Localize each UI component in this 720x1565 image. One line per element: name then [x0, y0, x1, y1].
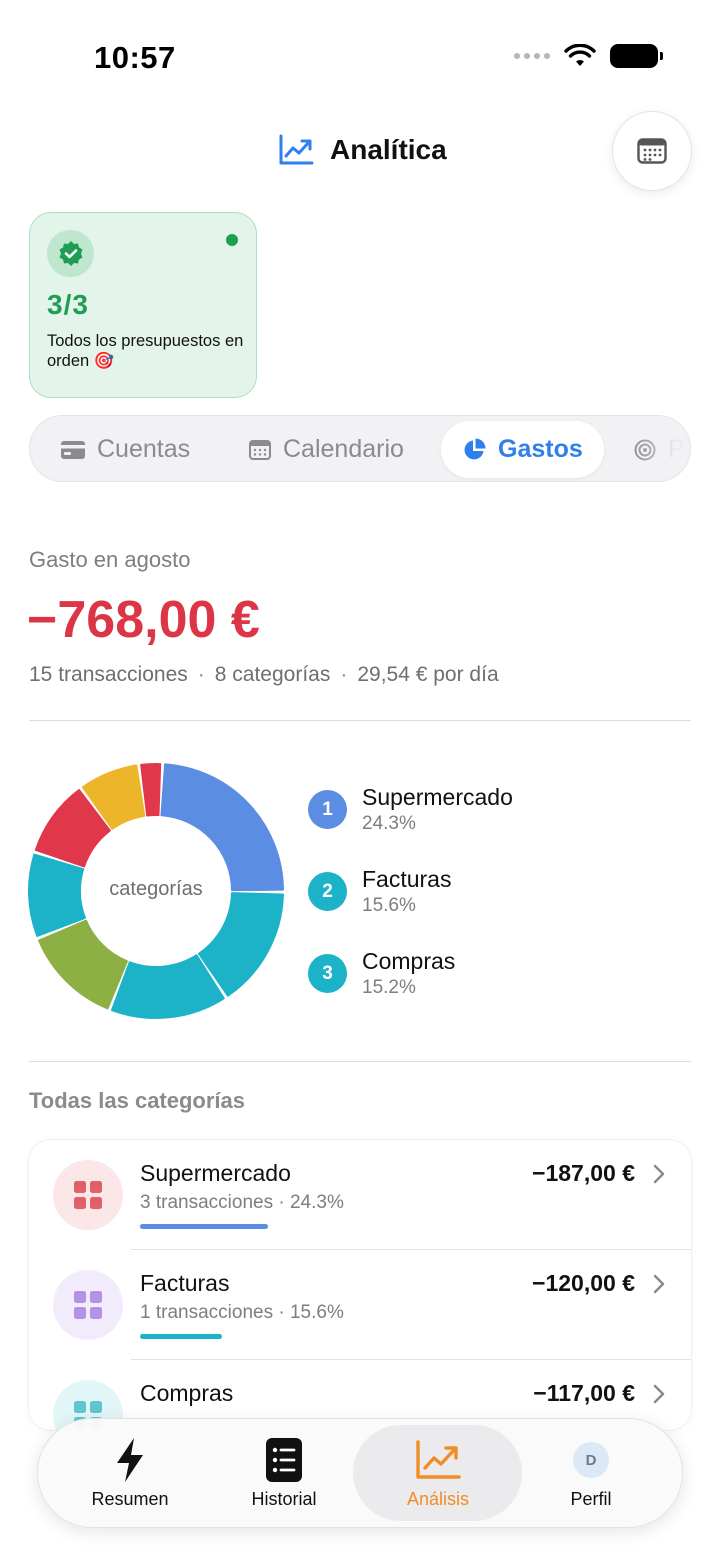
nav-label: Análisis	[406, 1489, 470, 1509]
battery-icon	[610, 44, 663, 68]
header-title-group: Analítica	[278, 134, 447, 166]
tab-label: Cuentas	[97, 435, 191, 463]
category-name: Supermercado	[140, 1160, 291, 1186]
wifi-icon	[564, 44, 596, 66]
budget-count: 3/3	[47, 289, 89, 320]
legend-rank-badge: 2	[308, 872, 347, 911]
verified-check-icon	[59, 240, 82, 266]
nav-icon-wrap	[266, 1435, 302, 1485]
chevron-right-icon	[653, 1274, 665, 1294]
category-amount: −120,00 €	[532, 1270, 635, 1296]
bolt-icon	[117, 1438, 143, 1482]
legend-name: Supermercado	[362, 784, 513, 810]
budget-message: Todos los presupuestos en orden 🎯	[47, 332, 244, 370]
category-icon-circle	[53, 1270, 123, 1340]
spend-meta: 15 transacciones · 8 categorías · 29,54 € po…	[29, 663, 499, 687]
category-icon-circle	[53, 1160, 123, 1230]
trending-up-icon	[416, 1440, 461, 1479]
donut-segment[interactable]	[140, 763, 162, 817]
spend-period-label: Gasto en agosto	[29, 547, 191, 572]
tab-label: Calendario	[283, 435, 404, 463]
separator: ·	[197, 663, 205, 686]
pie-chart-icon	[464, 438, 486, 459]
list-icon	[266, 1438, 302, 1482]
category-amount: −187,00 €	[532, 1160, 635, 1186]
nav-icon-wrap	[114, 1435, 146, 1485]
donut-segment[interactable]	[160, 763, 284, 892]
divider	[29, 720, 691, 721]
calendar-icon	[637, 138, 667, 164]
nav-label: Resumen	[91, 1489, 169, 1509]
header: Analítica	[0, 110, 720, 191]
chevron-right-icon	[653, 1384, 665, 1404]
nav-analisis[interactable]: Análisis	[383, 1419, 493, 1529]
category-row[interactable]: Facturas 1 transacciones · 15.6% −120,00…	[29, 1250, 691, 1360]
categories-list: Supermercado 3 transacciones · 24.3% −18…	[29, 1140, 691, 1430]
divider	[29, 1061, 691, 1062]
nav-icon-wrap: D	[573, 1435, 609, 1485]
category-share-bar	[140, 1224, 268, 1229]
nav-historial[interactable]: Historial	[229, 1419, 339, 1529]
analytics-tabs: Cuentas Calendario Gastos P	[29, 415, 691, 482]
tab-cuentas[interactable]: Cuentas	[61, 421, 190, 478]
trending-up-icon	[279, 134, 314, 165]
tab-calendario[interactable]: Calendario	[249, 421, 404, 478]
nav-resumen[interactable]: Resumen	[75, 1419, 185, 1529]
separator: ·	[340, 663, 348, 686]
signal-icon	[514, 53, 550, 59]
bottom-tab-bar: Resumen Historial Análisis D Perfil	[37, 1418, 683, 1528]
chevron-right-icon	[653, 1164, 665, 1184]
legend-percent: 15.2%	[362, 977, 416, 998]
legend-name: Compras	[362, 948, 456, 974]
legend-name: Facturas	[362, 866, 452, 892]
spend-amount: −768,00 €	[27, 591, 260, 649]
status-time: 10:57	[94, 40, 176, 75]
legend-rank-badge: 1	[308, 790, 347, 829]
legend-percent: 15.6%	[362, 895, 416, 916]
tab-label: Gastos	[498, 435, 583, 463]
donut-center-label: categorías	[109, 878, 203, 900]
nav-icon-wrap	[415, 1435, 461, 1485]
nav-label: Perfil	[570, 1489, 612, 1509]
category-name: Facturas	[140, 1270, 230, 1296]
page-title: Analítica	[330, 134, 447, 165]
category-details: 3 transacciones · 24.3%	[140, 1192, 344, 1213]
tabs-fade	[630, 416, 690, 481]
nav-perfil[interactable]: D Perfil	[536, 1419, 646, 1529]
grid-icon	[74, 1181, 102, 1209]
category-details: 1 transacciones · 15.6%	[140, 1302, 344, 1323]
legend-percent: 24.3%	[362, 813, 416, 834]
category-name: Compras	[140, 1380, 234, 1406]
section-title: Todas las categorías	[29, 1088, 246, 1113]
category-row[interactable]: Supermercado 3 transacciones · 24.3% −18…	[29, 1140, 691, 1250]
category-share-bar	[140, 1334, 222, 1339]
credit-card-icon	[61, 440, 85, 459]
legend-rank-badge: 3	[308, 954, 347, 993]
budget-status-card[interactable]: 3/3 Todos los presupuestos en orden 🎯	[29, 212, 257, 398]
donut-segment[interactable]	[38, 919, 128, 1010]
status-dot	[226, 234, 238, 246]
status-indicators	[514, 44, 663, 68]
nav-label: Historial	[251, 1489, 317, 1509]
tab-gastos[interactable]: Gastos	[441, 421, 604, 478]
categories-count: 8 categorías	[214, 663, 331, 686]
calendar-button[interactable]	[612, 111, 692, 191]
transactions-count: 15 transacciones	[29, 663, 188, 686]
verified-badge	[47, 230, 94, 277]
per-day-average: 29,54 € por día	[357, 663, 499, 686]
grid-icon	[74, 1291, 102, 1319]
avatar: D	[573, 1442, 609, 1478]
calendar-icon	[249, 439, 271, 460]
category-amount: −117,00 €	[533, 1380, 635, 1406]
